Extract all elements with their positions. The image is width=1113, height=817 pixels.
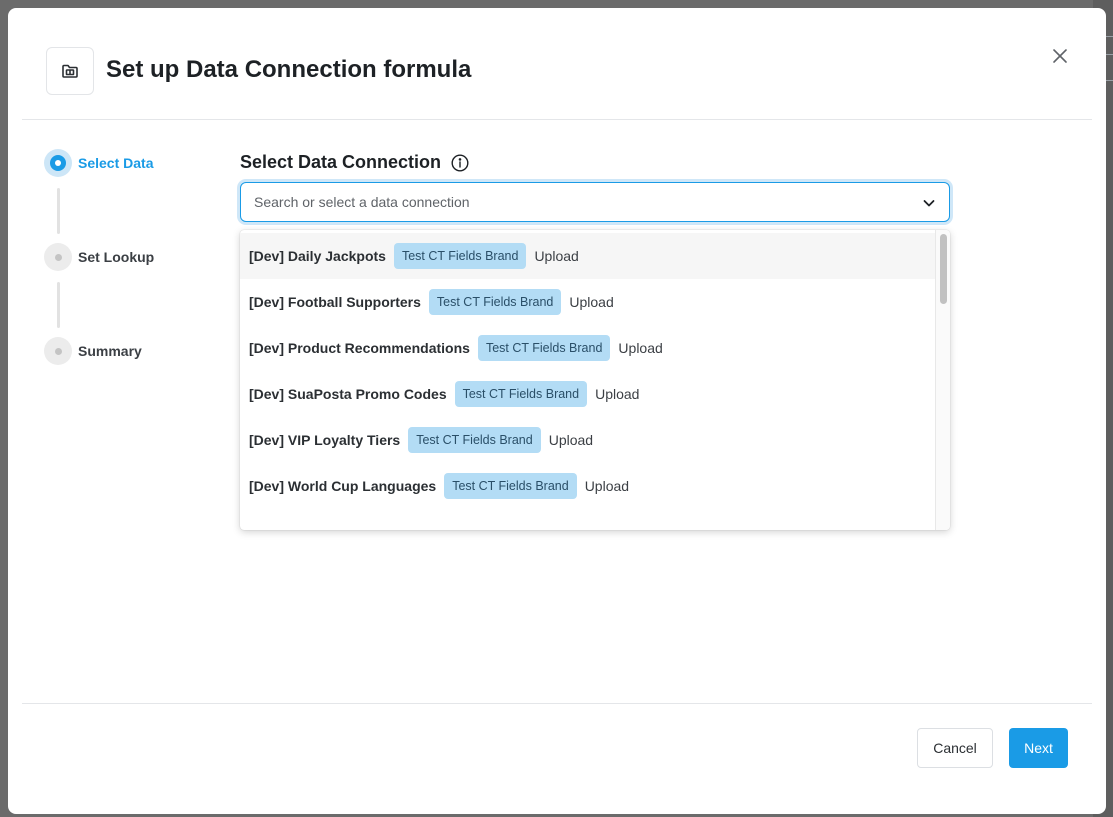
- data-connection-select[interactable]: [240, 182, 950, 222]
- chevron-down-icon[interactable]: [921, 195, 937, 211]
- section-title-text: Select Data Connection: [240, 152, 442, 172]
- data-connection-modal: Set up Data Connection formula Select Da…: [8, 8, 1106, 814]
- option-name: [Dev] World Cup Languages: [249, 478, 437, 494]
- option-name: [Dev] Football Supporters: [249, 294, 421, 310]
- option-brand-tag: Test CT Fields Brand: [454, 381, 588, 407]
- info-icon[interactable]: [451, 153, 469, 172]
- step-inactive-indicator: [44, 243, 72, 271]
- option-type: Upload: [548, 432, 594, 448]
- scrollbar-thumb[interactable]: [940, 234, 947, 304]
- step-set-lookup[interactable]: Set Lookup: [44, 243, 154, 271]
- step-connector: [57, 282, 60, 328]
- option-type: Upload: [595, 386, 640, 402]
- header-divider: [22, 119, 1092, 120]
- dropdown-option[interactable]: [Dev] Daily Jackpots Test CT Fields Bran…: [240, 233, 935, 279]
- dropdown-option[interactable]: [Dev] VIP Loyalty Tiers Test CT Fields B…: [240, 417, 935, 463]
- dropdown-option[interactable]: [Dev] SuaPosta Promo Codes Test CT Field…: [240, 371, 935, 417]
- step-connector: [57, 188, 60, 234]
- data-connection-search-input[interactable]: [241, 183, 901, 221]
- dropdown-option[interactable]: [Dev] World Cup Languages Test CT Fields…: [240, 463, 935, 509]
- background-divider: [1105, 54, 1113, 55]
- background-divider: [1105, 36, 1113, 37]
- step-summary[interactable]: Summary: [44, 337, 142, 365]
- close-button[interactable]: [1048, 44, 1072, 68]
- background-divider: [1105, 80, 1113, 81]
- step-label: Set Lookup: [78, 249, 155, 265]
- step-inactive-indicator: [44, 337, 72, 365]
- close-icon: [1053, 49, 1067, 63]
- option-type: Upload: [618, 340, 663, 356]
- step-select-data[interactable]: Select Data: [44, 149, 153, 177]
- header-icon-box: [46, 47, 94, 95]
- step-active-indicator: [44, 149, 72, 177]
- option-name: [Dev] Product Recommendations: [249, 340, 470, 356]
- option-brand-tag: Test CT Fields Brand: [408, 427, 541, 453]
- dropdown-option[interactable]: [Dev] Product Recommendations Test CT Fi…: [240, 325, 935, 371]
- option-brand-tag: Test CT Fields Brand: [444, 473, 577, 499]
- dropdown-scrollbar[interactable]: [935, 230, 950, 530]
- option-brand-tag: Test CT Fields Brand: [393, 243, 527, 269]
- dropdown-option[interactable]: [Dev] Football Supporters Test CT Fields…: [240, 279, 935, 325]
- data-connection-icon: [62, 64, 78, 78]
- data-connection-dropdown[interactable]: [Dev] Daily Jackpots Test CT Fields Bran…: [240, 230, 950, 530]
- option-brand-tag: Test CT Fields Brand: [477, 335, 611, 361]
- next-button[interactable]: Next: [1009, 728, 1068, 768]
- option-brand-tag: Test CT Fields Brand: [428, 289, 562, 315]
- option-name: [Dev] VIP Loyalty Tiers: [249, 432, 401, 448]
- option-name: [Dev] Daily Jackpots: [249, 248, 386, 264]
- step-label: Summary: [78, 343, 142, 359]
- option-type: Upload: [584, 478, 630, 494]
- option-name: [Dev] SuaPosta Promo Codes: [249, 386, 447, 402]
- modal-title: Set up Data Connection formula: [106, 56, 472, 83]
- cancel-button[interactable]: Cancel: [917, 728, 993, 768]
- footer-divider: [22, 703, 1092, 704]
- section-title: Select Data Connection: [240, 152, 469, 173]
- option-type: Upload: [534, 248, 579, 264]
- option-type: Upload: [569, 294, 614, 310]
- modal-header: Set up Data Connection formula: [8, 8, 1106, 119]
- step-label: Select Data: [78, 155, 154, 171]
